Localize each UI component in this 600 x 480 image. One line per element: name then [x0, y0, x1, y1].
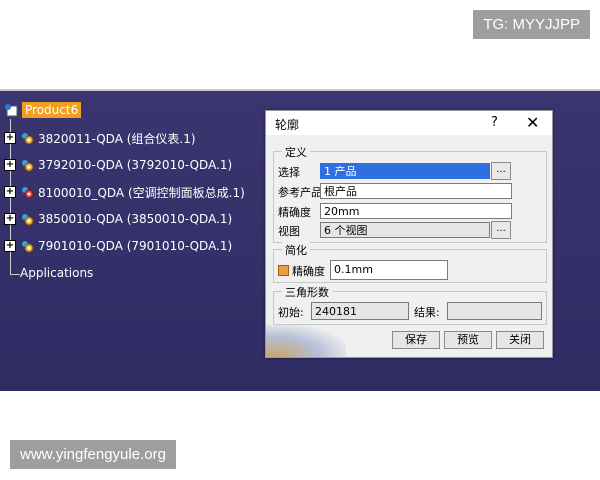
- selection-browse-button[interactable]: ...: [491, 162, 511, 180]
- tree-item[interactable]: + 7901010-QDA (7901010-QDA.1): [4, 237, 232, 255]
- close-icon[interactable]: ✕: [526, 113, 539, 132]
- tree-item-label[interactable]: 3792010-QDA (3792010-QDA.1): [38, 158, 232, 172]
- initial-field: 240181: [311, 302, 409, 320]
- selection-field[interactable]: 1 产品: [320, 163, 490, 179]
- tree-item[interactable]: + 3820011-QDA (组合仪表.1): [4, 129, 196, 147]
- tree-item-label[interactable]: 7901010-QDA (7901010-QDA.1): [38, 239, 232, 253]
- simplify-legend: 简化: [282, 242, 310, 258]
- help-icon[interactable]: ?: [491, 115, 498, 130]
- product-icon: [4, 103, 18, 117]
- simplify-accuracy-field[interactable]: 0.1mm: [330, 260, 448, 280]
- watermark-bottom: www.yingfengyule.org: [10, 440, 176, 469]
- tree-item-label[interactable]: 3850010-QDA (3850010-QDA.1): [38, 212, 232, 226]
- expand-icon[interactable]: +: [4, 132, 16, 144]
- dialog-decoration: [266, 325, 346, 357]
- view-browse-button[interactable]: ...: [491, 221, 511, 239]
- close-button[interactable]: 关闭: [496, 331, 544, 349]
- view-label: 视图: [278, 225, 300, 238]
- tree-item[interactable]: + 8100010_QDA (空调控制面板总成.1): [4, 183, 245, 201]
- applications-label[interactable]: Applications: [20, 266, 93, 280]
- tree-root-label[interactable]: Product6: [22, 102, 82, 118]
- silhouette-dialog: 轮廓 ? ✕ 定义 选择 1 产品 ... 参考产品 根产品 精确度 20mm …: [265, 110, 553, 358]
- save-button[interactable]: 保存: [392, 331, 440, 349]
- accuracy-field[interactable]: 20mm: [320, 203, 512, 219]
- view-field[interactable]: 6 个视图: [320, 222, 490, 238]
- watermark-top: TG: MYYJJPP: [473, 10, 590, 39]
- dialog-titlebar[interactable]: 轮廓 ? ✕: [266, 111, 552, 135]
- result-label: 结果:: [414, 306, 440, 319]
- expand-icon[interactable]: +: [4, 159, 16, 171]
- result-field: [447, 302, 542, 320]
- triangles-legend: 三角形数: [282, 284, 332, 300]
- tree-item[interactable]: + 3792010-QDA (3792010-QDA.1): [4, 156, 232, 174]
- part-gear-icon: [20, 212, 34, 226]
- part-gear-icon: [20, 158, 34, 172]
- tree-line: [10, 274, 20, 275]
- simplify-accuracy-label: 精确度: [292, 265, 325, 278]
- tree-item-label[interactable]: 8100010_QDA (空调控制面板总成.1): [38, 184, 245, 201]
- preview-button[interactable]: 预览: [444, 331, 492, 349]
- tree-root[interactable]: Product6: [4, 101, 82, 119]
- part-gear-icon: [20, 131, 34, 145]
- ref-product-label: 参考产品: [278, 186, 322, 199]
- expand-icon[interactable]: +: [4, 186, 16, 198]
- expand-icon[interactable]: +: [4, 213, 16, 225]
- part-gear-icon: [20, 239, 34, 253]
- tree-applications[interactable]: Applications: [20, 264, 93, 282]
- selection-label: 选择: [278, 166, 300, 179]
- initial-label: 初始:: [278, 306, 304, 319]
- tree-item-label[interactable]: 3820011-QDA (组合仪表.1): [38, 130, 196, 147]
- ref-product-field[interactable]: 根产品: [320, 183, 512, 199]
- expand-icon[interactable]: +: [4, 240, 16, 252]
- simplify-checkbox[interactable]: [278, 265, 289, 276]
- dialog-title: 轮廓: [275, 118, 300, 132]
- part-gear-icon: [20, 185, 34, 199]
- tree-item[interactable]: + 3850010-QDA (3850010-QDA.1): [4, 210, 232, 228]
- definition-legend: 定义: [282, 144, 310, 160]
- accuracy-label: 精确度: [278, 206, 311, 219]
